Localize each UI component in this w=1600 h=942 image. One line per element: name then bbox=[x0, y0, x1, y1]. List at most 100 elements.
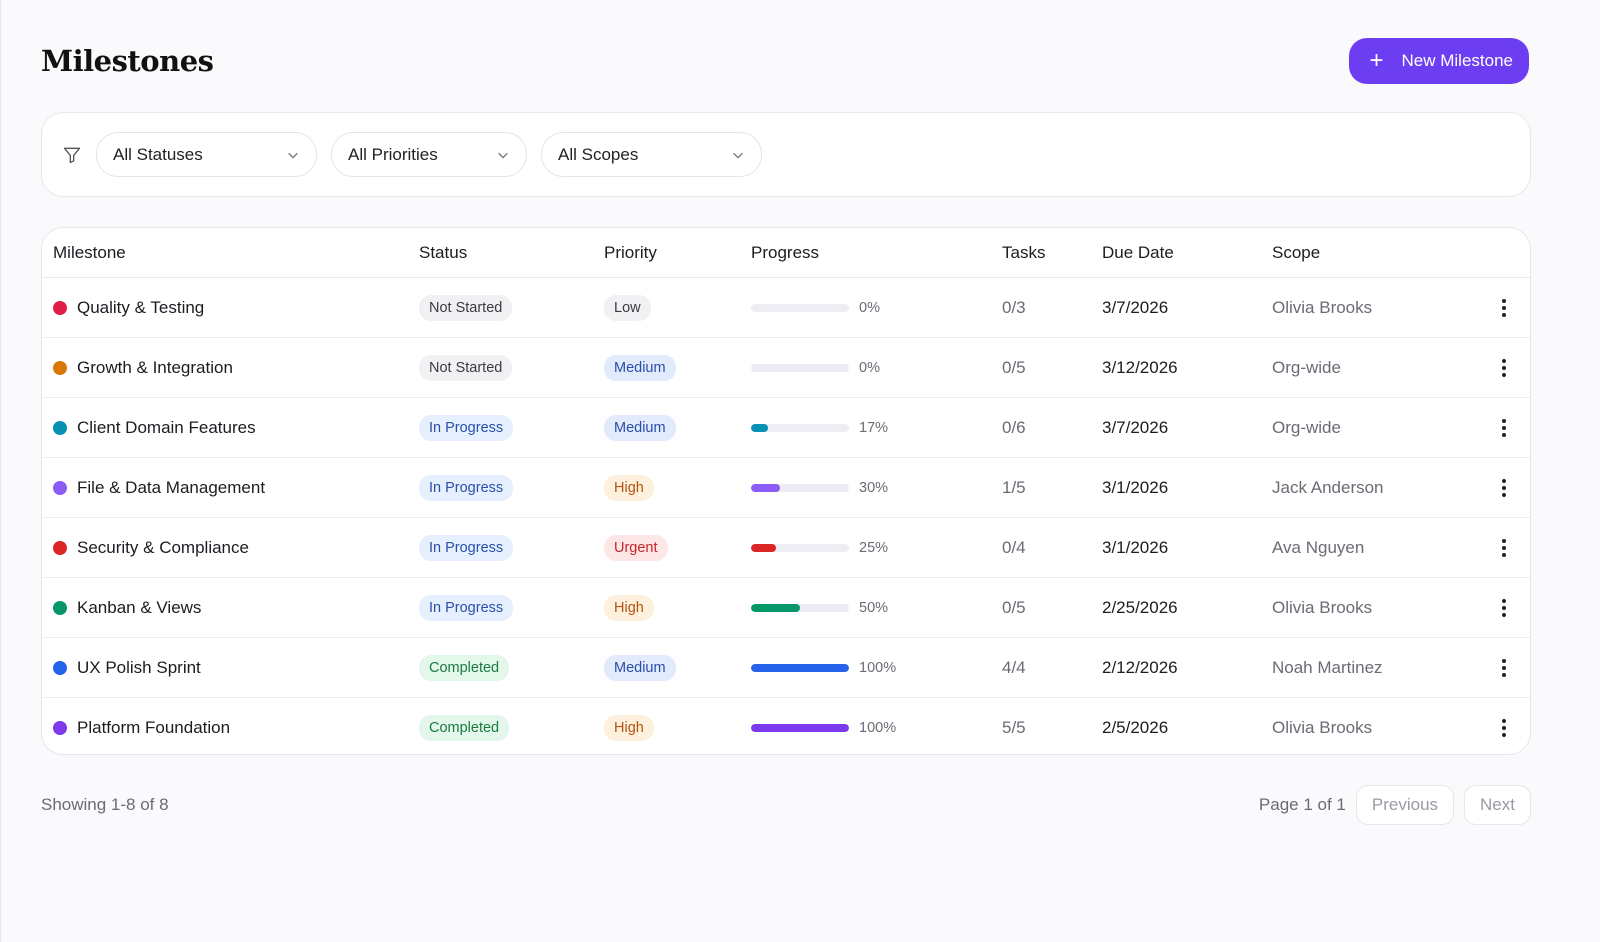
row-menu-cell bbox=[1484, 478, 1524, 498]
table-row[interactable]: Platform Foundation Completed High 100% … bbox=[42, 698, 1530, 754]
chevron-down-icon bbox=[733, 152, 743, 159]
priority-filter-value: All Priorities bbox=[348, 144, 438, 164]
scope-owner: Noah Martinez bbox=[1272, 657, 1383, 677]
priority-filter-select[interactable]: All Priorities bbox=[331, 132, 527, 177]
more-options-icon[interactable] bbox=[1494, 298, 1514, 318]
progress-bar bbox=[751, 543, 849, 552]
more-options-icon[interactable] bbox=[1494, 538, 1514, 558]
priority-badge: High bbox=[604, 474, 654, 501]
scope-filter-select[interactable]: All Scopes bbox=[541, 132, 762, 177]
progress-bar-fill bbox=[751, 603, 800, 612]
priority-badge: Medium bbox=[604, 354, 676, 381]
priority-cell: High bbox=[604, 474, 751, 501]
status-cell: In Progress bbox=[419, 594, 604, 621]
progress-percent: 0% bbox=[859, 359, 880, 376]
progress-bar bbox=[751, 363, 849, 372]
priority-cell: High bbox=[604, 594, 751, 621]
table-row[interactable]: File & Data Management In Progress High … bbox=[42, 458, 1530, 518]
due-date: 3/7/2026 bbox=[1102, 417, 1169, 437]
progress-bar-fill bbox=[751, 483, 781, 492]
milestone-name[interactable]: Growth & Integration bbox=[77, 358, 233, 378]
milestone-cell: Kanban & Views bbox=[42, 598, 419, 618]
more-options-icon[interactable] bbox=[1494, 358, 1514, 378]
new-milestone-button[interactable]: + New Milestone bbox=[1349, 38, 1529, 84]
due-date: 3/7/2026 bbox=[1102, 297, 1169, 317]
table-row[interactable]: Growth & Integration Not Started Medium … bbox=[42, 338, 1530, 398]
plus-icon: + bbox=[1369, 47, 1384, 74]
milestone-name[interactable]: Quality & Testing bbox=[77, 298, 204, 318]
scope-owner: Org-wide bbox=[1272, 357, 1341, 377]
more-options-icon[interactable] bbox=[1494, 658, 1514, 678]
more-options-icon[interactable] bbox=[1494, 478, 1514, 498]
milestone-color-dot bbox=[53, 300, 67, 315]
table-row[interactable]: Kanban & Views In Progress High 50% 0/5 … bbox=[42, 578, 1530, 638]
next-page-button[interactable]: Next bbox=[1464, 785, 1531, 825]
milestone-cell: Security & Compliance bbox=[42, 538, 419, 558]
priority-badge: Low bbox=[604, 294, 651, 321]
status-cell: Not Started bbox=[419, 294, 604, 321]
progress-bar-fill bbox=[751, 663, 849, 672]
table-header: Milestone Status Priority Progress Tasks… bbox=[42, 228, 1530, 278]
progress-percent: 100% bbox=[859, 720, 897, 736]
due-date: 2/5/2026 bbox=[1102, 718, 1169, 737]
milestone-cell: Client Domain Features bbox=[42, 418, 419, 438]
column-header-scope[interactable]: Scope bbox=[1272, 243, 1484, 263]
scope-owner: Ava Nguyen bbox=[1272, 537, 1365, 557]
table-row[interactable]: Client Domain Features In Progress Mediu… bbox=[42, 398, 1530, 458]
milestone-name[interactable]: File & Data Management bbox=[77, 478, 265, 498]
priority-badge: Urgent bbox=[604, 534, 668, 561]
tasks-count: 0/3 bbox=[1002, 297, 1026, 317]
priority-cell: Urgent bbox=[604, 534, 751, 561]
table-row[interactable]: Quality & Testing Not Started Low 0% 0/3… bbox=[42, 278, 1530, 338]
scope-owner: Jack Anderson bbox=[1272, 477, 1384, 497]
milestones-page: Milestones + New Milestone All Statuses … bbox=[0, 0, 1600, 942]
milestone-name[interactable]: Security & Compliance bbox=[77, 538, 249, 558]
priority-badge: High bbox=[604, 715, 654, 741]
priority-cell: Medium bbox=[604, 354, 751, 381]
due-date: 3/1/2026 bbox=[1102, 477, 1169, 497]
milestone-name[interactable]: Kanban & Views bbox=[77, 598, 201, 618]
column-header-status[interactable]: Status bbox=[419, 243, 604, 263]
status-cell: Completed bbox=[419, 654, 604, 681]
page-header: Milestones + New Milestone bbox=[41, 38, 1530, 84]
priority-badge: Medium bbox=[604, 414, 676, 441]
scope-filter-value: All Scopes bbox=[558, 144, 639, 164]
column-header-progress[interactable]: Progress bbox=[751, 243, 1002, 263]
column-header-milestone[interactable]: Milestone bbox=[42, 243, 419, 263]
progress-cell: 50% bbox=[751, 600, 1002, 616]
column-header-priority[interactable]: Priority bbox=[604, 243, 751, 263]
scope-owner: Olivia Brooks bbox=[1272, 297, 1373, 317]
more-options-icon[interactable] bbox=[1494, 718, 1514, 738]
more-options-icon[interactable] bbox=[1494, 418, 1514, 438]
previous-page-button[interactable]: Previous bbox=[1355, 785, 1455, 825]
priority-cell: Medium bbox=[604, 414, 751, 441]
more-options-icon[interactable] bbox=[1494, 598, 1514, 618]
milestone-name[interactable]: Client Domain Features bbox=[77, 418, 256, 438]
milestone-color-dot bbox=[53, 360, 67, 375]
milestone-name[interactable]: UX Polish Sprint bbox=[77, 658, 201, 678]
row-menu-cell bbox=[1484, 418, 1524, 438]
progress-percent: 50% bbox=[859, 599, 889, 616]
table-row[interactable]: Security & Compliance In Progress Urgent… bbox=[42, 518, 1530, 578]
row-menu-cell bbox=[1484, 658, 1524, 678]
scope-owner: Olivia Brooks bbox=[1272, 597, 1373, 617]
progress-bar-fill bbox=[751, 423, 768, 432]
column-header-due-date[interactable]: Due Date bbox=[1102, 243, 1272, 263]
table-row[interactable]: UX Polish Sprint Completed Medium 100% 4… bbox=[42, 638, 1530, 698]
column-header-tasks[interactable]: Tasks bbox=[1002, 243, 1102, 263]
milestone-name[interactable]: Platform Foundation bbox=[77, 718, 230, 738]
chevron-down-icon bbox=[288, 152, 298, 159]
milestone-cell: Quality & Testing bbox=[42, 298, 419, 318]
status-filter-select[interactable]: All Statuses bbox=[96, 132, 317, 177]
row-menu-cell bbox=[1484, 718, 1524, 738]
status-badge: Not Started bbox=[419, 354, 513, 381]
status-cell: In Progress bbox=[419, 534, 604, 561]
table-body: Quality & Testing Not Started Low 0% 0/3… bbox=[42, 278, 1530, 754]
chevron-down-icon bbox=[498, 152, 508, 159]
status-cell: In Progress bbox=[419, 474, 604, 501]
due-date: 3/12/2026 bbox=[1102, 357, 1178, 377]
progress-percent: 0% bbox=[859, 299, 880, 316]
tasks-count: 1/5 bbox=[1002, 477, 1026, 497]
progress-percent: 17% bbox=[859, 419, 889, 436]
progress-cell: 17% bbox=[751, 420, 1002, 436]
